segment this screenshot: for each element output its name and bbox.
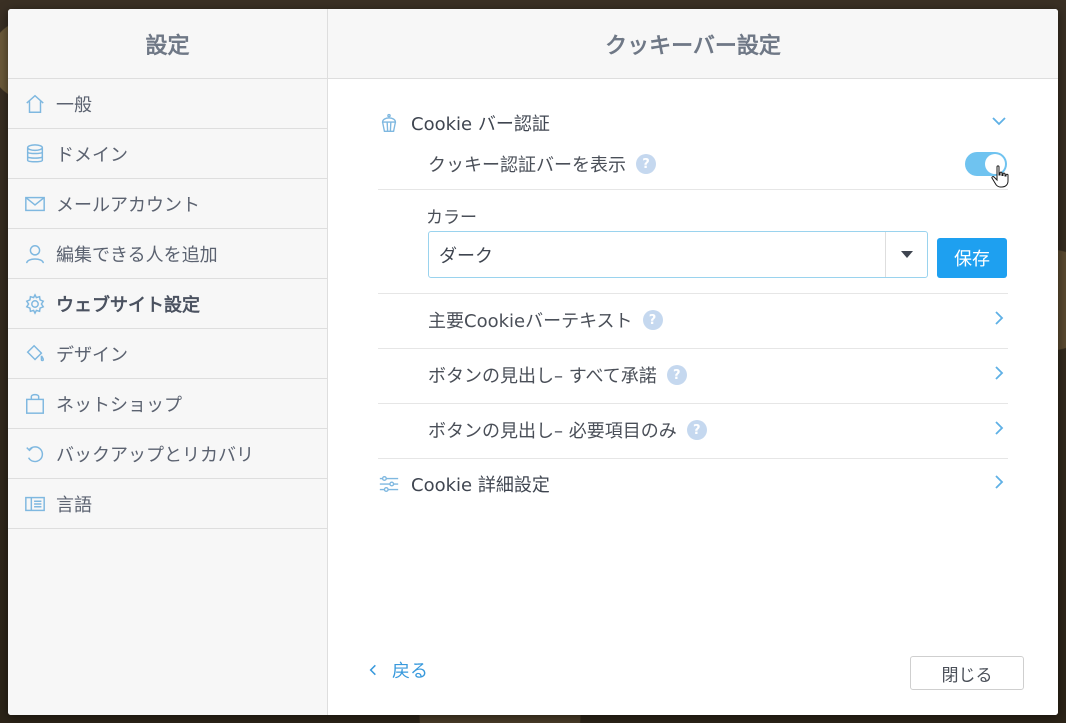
gear-icon [22,291,48,317]
settings-modal: 設定 一般 ドメイン メールアカウント 編集できる人を追加 ウェブサイト設定 デ… [8,9,1058,715]
caret-down-icon[interactable] [885,232,927,277]
advanced-title: Cookie 詳細設定 [411,475,550,496]
sidebar-item-website-settings[interactable]: ウェブサイト設定 [8,279,327,329]
sidebar-item-label: 一般 [56,94,92,116]
sidebar-item-label: ドメイン [56,144,128,166]
save-button[interactable]: 保存 [937,238,1007,278]
show-bar-label: クッキー認証バーを表示 [428,155,626,176]
show-bar-row: クッキー認証バーを表示 ? [428,152,988,176]
sidebar-item-label: 言語 [56,494,92,516]
user-icon [22,241,48,267]
sidebar-item-label: メールアカウント [56,194,200,216]
help-icon[interactable]: ? [686,420,707,440]
row-label: 主要Cookieバーテキスト [428,311,633,332]
shopping-bag-icon [22,391,48,417]
sidebar-item-shop[interactable]: ネットショップ [8,379,327,429]
sidebar-item-language[interactable]: 言語 [8,479,327,529]
sidebar-item-design[interactable]: デザイン [8,329,327,379]
sidebar-item-label: 編集できる人を追加 [56,244,218,266]
list-item-necessary-only[interactable]: ボタンの見出し– 必要項目のみ ? [428,418,1008,442]
color-select-value: ダーク [439,245,493,267]
row-label: ボタンの見出し– 必要項目のみ [428,421,677,442]
hand-cursor-icon [991,165,1009,188]
database-icon [22,141,48,167]
divider [378,403,1008,404]
advanced-cookie-settings[interactable]: Cookie 詳細設定 [378,471,1008,497]
divider [378,348,1008,349]
color-label: カラー [426,208,477,228]
mail-icon [22,191,48,217]
sidebar-item-mail[interactable]: メールアカウント [8,179,327,229]
color-select[interactable]: ダーク [428,231,928,278]
main-panel: クッキーバー設定 Cookie バー認証 クッキー認証バーを表示 ? カラー ダ… [328,9,1058,715]
sidebar-item-label: デザイン [56,344,128,366]
sliders-icon [378,473,400,495]
chevron-right-icon[interactable] [990,364,1008,386]
sidebar-item-general[interactable]: 一般 [8,79,327,129]
chevron-down-icon[interactable] [990,112,1008,134]
divider [378,458,1008,459]
back-label: 戻る [392,661,428,682]
back-link[interactable]: 戻る [366,657,428,683]
sidebar-item-backup[interactable]: バックアップとリカバリ [8,429,327,479]
sidebar-item-label: バックアップとリカバリ [56,444,254,466]
sidebar: 設定 一般 ドメイン メールアカウント 編集できる人を追加 ウェブサイト設定 デ… [8,9,328,715]
cookie-section-header[interactable]: Cookie バー認証 [378,109,1008,137]
sidebar-item-add-editor[interactable]: 編集できる人を追加 [8,229,327,279]
help-icon[interactable]: ? [642,310,663,330]
chevron-left-icon [369,664,376,676]
help-icon[interactable]: ? [636,154,656,174]
sidebar-title: 設定 [8,9,327,79]
row-label: ボタンの見出し– すべて承諾 [428,366,657,387]
cupcake-icon [378,112,400,134]
help-icon[interactable]: ? [666,365,687,385]
cookie-section-title: Cookie バー認証 [411,114,550,135]
language-icon [22,491,48,517]
list-item-accept-all[interactable]: ボタンの見出し– すべて承諾 ? [428,363,1008,387]
close-button[interactable]: 閉じる [910,656,1024,690]
paint-bucket-icon [22,341,48,367]
divider [378,293,1008,294]
sidebar-item-label: ウェブサイト設定 [56,294,200,316]
home-icon [22,91,48,117]
chevron-right-icon[interactable] [990,473,1008,495]
page-title: クッキーバー設定 [328,9,1058,79]
chevron-right-icon[interactable] [990,309,1008,331]
sidebar-item-label: ネットショップ [56,394,182,416]
divider [378,189,1008,190]
list-item-main-text[interactable]: 主要Cookieバーテキスト ? [428,308,1008,332]
sidebar-item-domain[interactable]: ドメイン [8,129,327,179]
chevron-right-icon[interactable] [990,419,1008,441]
restore-icon [22,441,48,467]
